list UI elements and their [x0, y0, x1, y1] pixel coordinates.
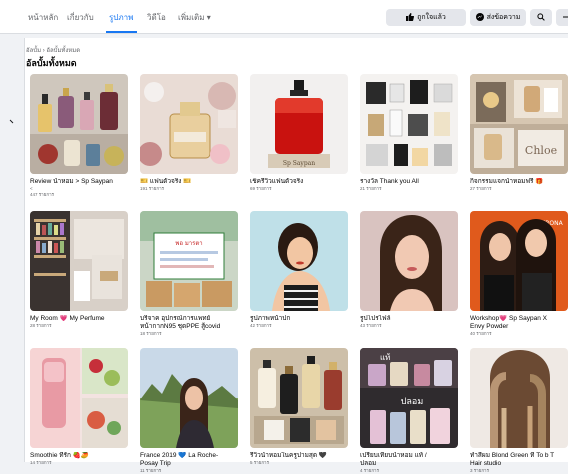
album-card-smoothie[interactable]: Smoothie ที่รัก 🍓🥭 14 รายการ [30, 348, 128, 466]
send-message-button[interactable]: ส่งข้อความ [470, 9, 526, 26]
album-thumbnail[interactable] [140, 74, 238, 174]
album-title[interactable]: เช็ครีวิวแฟนตัวจริง [250, 178, 348, 186]
thumb-sign-text: พอ มารตา [175, 240, 202, 247]
album-title[interactable]: 🎫 แฟนตัวจริง 🎫 [140, 178, 238, 186]
album-thumbnail[interactable]: แท้ ปลอม [360, 348, 458, 448]
active-tab-indicator [106, 31, 137, 33]
thumb-brand-text: Sp Saypan [283, 160, 315, 167]
album-count: 447 รายการ [30, 192, 55, 197]
left-edge-marker [0, 100, 24, 140]
album-title[interactable]: เปรียบเทียบน้ำหอม แท้ / [360, 452, 458, 460]
album-title[interactable]: รูปโปรไฟล์ [360, 315, 458, 323]
page-tab-bar: หน้าหลัก เกี่ยวกับ รูปภาพ วิดีโอ เพิ่มเต… [0, 0, 568, 34]
album-title[interactable]: My Room 💗 My Perfume [30, 315, 128, 323]
search-icon [537, 12, 545, 23]
album-thumbnail[interactable] [140, 348, 238, 448]
album-card-review-perfume[interactable]: Review น้ำหอม > Sp Saypan < 447 รายการ [30, 74, 128, 198]
more-options-button[interactable] [556, 9, 568, 26]
album-card-hair-color[interactable]: ทำสีผม Blond Green ที่ To b T Hair studi… [470, 348, 568, 474]
album-card-france-2019[interactable]: France 2019 💙 La Roche- Posay Trip 11 รา… [140, 348, 238, 474]
album-subtitle: Hair studio [470, 460, 502, 467]
album-count: 11 รายการ [140, 468, 162, 473]
album-thumbnail[interactable]: Chloe [470, 74, 568, 174]
more-icon [562, 13, 568, 23]
album-title[interactable]: กิจกรรมแจกน้ำหอมฟรี 🎁 [470, 178, 568, 186]
album-card-review-check[interactable]: Sp Saypan เช็ครีวิวแฟนตัวจริง 69 รายการ [250, 74, 348, 192]
search-button[interactable] [530, 9, 552, 26]
album-title[interactable]: รีวิวน้ำหอมในครูปามสุด 🖤 [250, 452, 348, 460]
album-card-donation[interactable]: พอ มารตา บริจาค อุปกรณ์การแพทย์ หน้ากากN… [140, 211, 238, 337]
album-card-thank-you[interactable]: รางวัล Thank you All 21 รายการ [360, 74, 458, 192]
album-card-giveaway[interactable]: Chloe กิจกรรมแจกน้ำหอมฟรี 🎁 27 รายการ [470, 74, 568, 192]
album-thumbnail[interactable]: Sp Saypan [250, 74, 348, 174]
album-count: 3 รายการ [470, 468, 490, 473]
album-thumbnail[interactable] [30, 348, 128, 448]
thumb-label-real: แท้ [380, 353, 390, 362]
message-label: ส่งข้อความ [486, 14, 521, 21]
album-title[interactable]: France 2019 💙 La Roche- [140, 452, 238, 460]
album-title[interactable]: Smoothie ที่รัก 🍓🥭 [30, 452, 128, 460]
album-thumbnail[interactable] [30, 74, 128, 174]
album-thumbnail[interactable] [30, 211, 128, 311]
album-count: 14 รายการ [30, 460, 52, 465]
tab-about[interactable]: เกี่ยวกับ [67, 11, 94, 24]
album-count: 27 รายการ [470, 186, 492, 191]
album-title[interactable]: บริจาค อุปกรณ์การแพทย์ [140, 315, 238, 323]
album-card-perfume-review-set[interactable]: รีวิวน้ำหอมในครูปามสุด 🖤 5 รายการ [250, 348, 348, 466]
breadcrumb[interactable]: อัลบั้ม › อัลบั้มทั้งหมด [26, 45, 80, 55]
album-card-profile-photos[interactable]: รูปโปรไฟล์ 43 รายการ [360, 211, 458, 329]
album-thumbnail[interactable] [360, 211, 458, 311]
album-title[interactable]: รูปภาพหน้าปก [250, 315, 348, 323]
album-count: 40 รายการ [470, 331, 492, 336]
album-subtitle: หน้ากากN95 ชุดPPE สู้covid [140, 323, 221, 330]
album-card-my-room[interactable]: My Room 💗 My Perfume 28 รายการ [30, 211, 128, 329]
album-thumbnail[interactable] [250, 348, 348, 448]
album-subtitle: Posay Trip [140, 460, 171, 467]
album-count: 5 รายการ [250, 460, 270, 465]
liked-button[interactable]: ถูกใจแล้ว [386, 9, 466, 26]
thumb-label-fake: ปลอม [401, 397, 424, 407]
page-title: อัลบั้มทั้งหมด [26, 58, 77, 68]
album-thumbnail[interactable]: VERONA [470, 211, 568, 311]
album-count: 4 รายการ [360, 468, 380, 473]
tab-home[interactable]: หน้าหลัก [28, 11, 58, 24]
album-count: 43 รายการ [360, 323, 382, 328]
thumb-brand-text: Chloe [525, 144, 557, 157]
album-subtitle: ปลอม [360, 460, 377, 467]
tab-more[interactable]: เพิ่มเติม ▾ [178, 11, 211, 24]
album-count: 42 รายการ [250, 323, 272, 328]
messenger-icon [475, 12, 484, 23]
album-count: 69 รายการ [250, 186, 272, 191]
album-count: 18 รายการ [140, 331, 162, 336]
thumbs-up-icon [406, 12, 415, 23]
album-count: 28 รายการ [30, 323, 52, 328]
album-card-fans[interactable]: 🎫 แฟนตัวจริง 🎫 191 รายการ [140, 74, 238, 192]
album-card-cover-photos[interactable]: รูปภาพหน้าปก 42 รายการ [250, 211, 348, 329]
album-thumbnail[interactable] [250, 211, 348, 311]
tab-photos[interactable]: รูปภาพ [109, 11, 133, 24]
album-count: 21 รายการ [360, 186, 382, 191]
album-subtitle: Envy Powder [470, 323, 509, 330]
album-title[interactable]: Review น้ำหอม > Sp Saypan [30, 178, 128, 186]
tab-videos[interactable]: วิดีโอ [147, 11, 166, 24]
album-thumbnail[interactable] [470, 348, 568, 448]
album-title[interactable]: Workshop💗 Sp Saypan X [470, 315, 568, 323]
album-card-workshop[interactable]: VERONA Workshop💗 Sp Saypan X Envy Powder… [470, 211, 568, 337]
album-count: 191 รายการ [140, 186, 165, 191]
liked-label: ถูกใจแล้ว [417, 14, 446, 21]
album-card-real-vs-fake[interactable]: แท้ ปลอม เปรียบเทียบน้ำหอม แท้ / ปลอม 4 … [360, 348, 458, 474]
album-thumbnail[interactable] [360, 74, 458, 174]
album-title[interactable]: ทำสีผม Blond Green ที่ To b T [470, 452, 568, 460]
album-title[interactable]: รางวัล Thank you All [360, 178, 458, 186]
album-thumbnail[interactable]: พอ มารตา [140, 211, 238, 311]
